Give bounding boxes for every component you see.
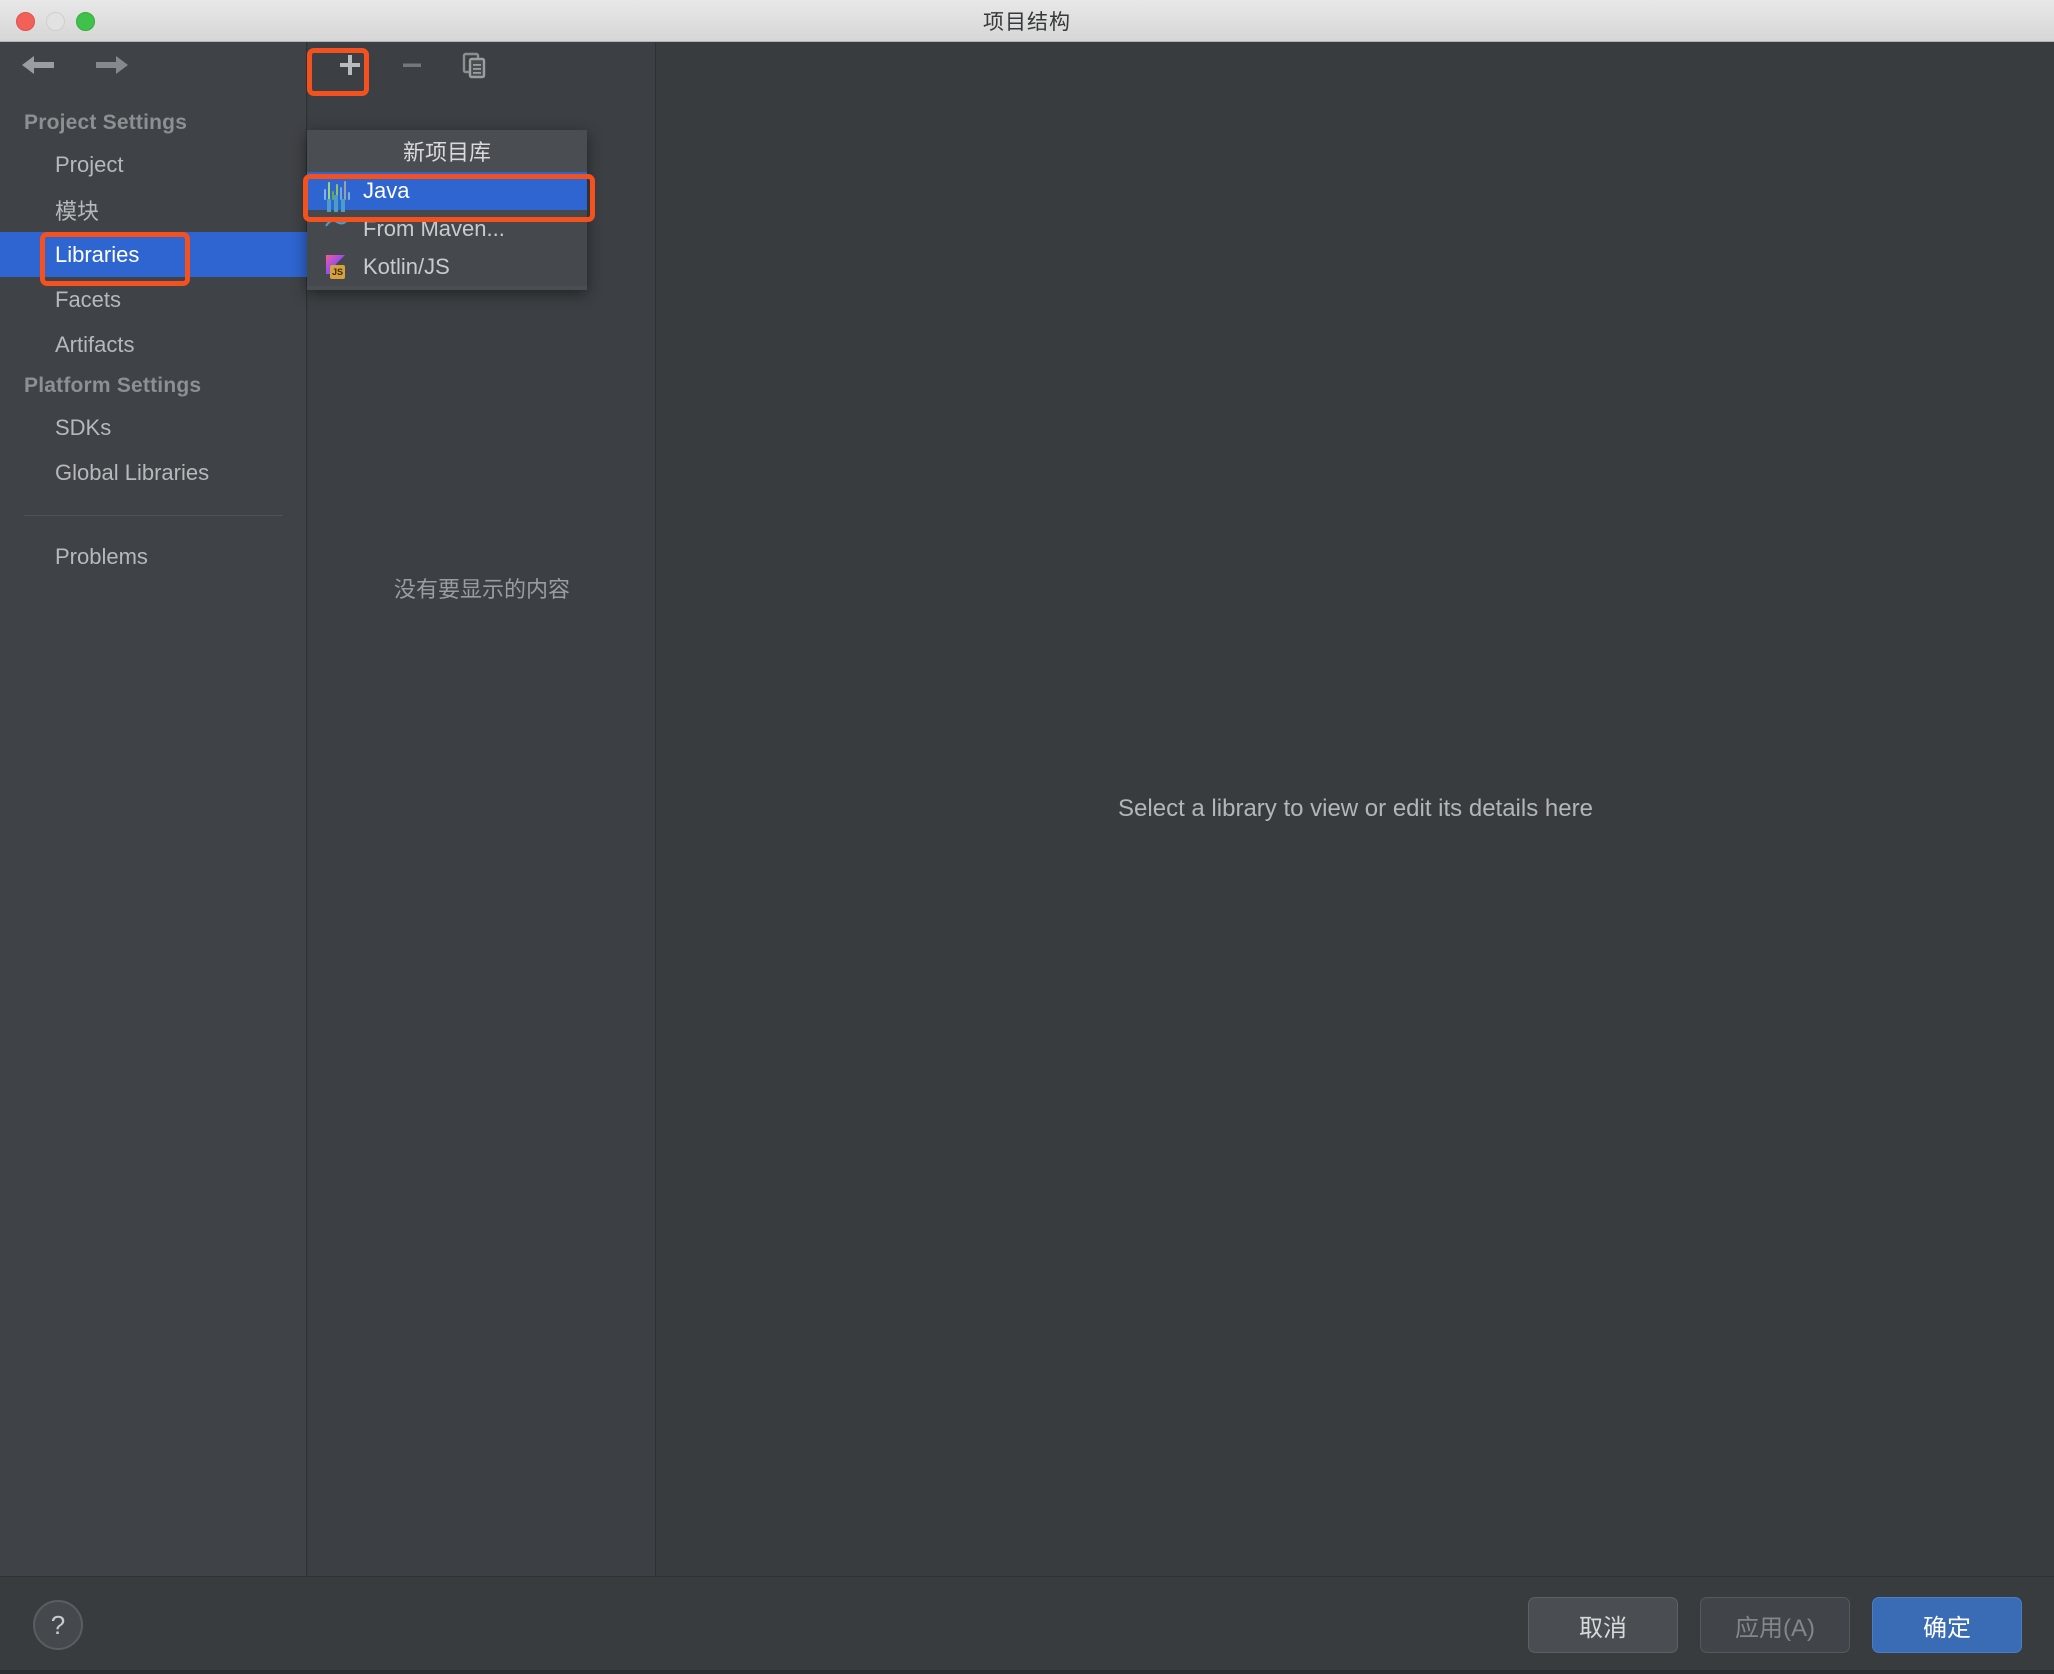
sidebar-item-global-libraries[interactable]: Global Libraries [0, 450, 307, 495]
menu-item-from-maven[interactable]: From Maven... [307, 195, 587, 248]
back-arrow-icon[interactable] [18, 50, 60, 80]
dialog-body: Project Settings Project 模块 Libraries Fa… [0, 42, 2054, 1576]
sidebar-item-facets[interactable]: Facets [0, 277, 307, 322]
dialog-footer: ? 取消 应用(A) 确定 [0, 1576, 2054, 1674]
forward-arrow-icon[interactable] [90, 50, 132, 80]
kotlin-js-icon: JS [324, 254, 350, 280]
sidebar-divider [24, 515, 283, 516]
menu-item-java-label: Java [363, 178, 410, 203]
settings-sidebar: Project Settings Project 模块 Libraries Fa… [0, 42, 307, 1576]
ok-button[interactable]: 确定 [1872, 1597, 2022, 1653]
sidebar-item-sdks[interactable]: SDKs [0, 405, 307, 450]
library-details-empty-message: Select a library to view or edit its det… [1118, 795, 1593, 822]
sidebar-item-problems[interactable]: Problems [0, 534, 307, 579]
menu-header: 新项目库 [307, 130, 587, 172]
new-project-library-menu: 新项目库 Java From Maven... JS Kotlin/JS [307, 130, 587, 290]
sidebar-group-project-settings: Project Settings [24, 111, 188, 134]
library-details-panel: Select a library to view or edit its det… [657, 42, 2054, 1576]
title-bar: 项目结构 [0, 0, 2054, 42]
footer-action-buttons: 取消 应用(A) 确定 [1528, 1597, 2022, 1653]
sidebar-nav-list: Project Settings Project 模块 Libraries Fa… [0, 104, 307, 579]
menu-item-java[interactable]: Java [307, 172, 587, 210]
libraries-empty-message: 没有要显示的内容 [393, 577, 570, 602]
add-library-button[interactable] [330, 48, 370, 82]
menu-item-kotlin-js-label: Kotlin/JS [363, 254, 450, 279]
menu-item-from-maven-label: From Maven... [363, 216, 505, 241]
sidebar-nav-row [0, 42, 307, 88]
menu-item-kotlin-js[interactable]: JS Kotlin/JS [307, 248, 587, 286]
libraries-toolbar [308, 42, 656, 88]
sidebar-item-artifacts[interactable]: Artifacts [0, 322, 307, 367]
apply-button[interactable]: 应用(A) [1700, 1597, 1850, 1653]
help-button[interactable]: ? [33, 1600, 83, 1650]
maven-icon [324, 195, 350, 242]
sidebar-item-modules[interactable]: 模块 [0, 187, 307, 232]
sidebar-group-platform-settings: Platform Settings [24, 374, 202, 397]
sidebar-item-project[interactable]: Project [0, 142, 307, 187]
window-title: 项目结构 [983, 11, 1071, 34]
remove-library-button[interactable] [392, 48, 432, 82]
window-bottom-edge [0, 1670, 2054, 1674]
project-structure-dialog: 项目结构 Project Settings Project 模块 Librari… [0, 0, 2054, 1674]
cancel-button[interactable]: 取消 [1528, 1597, 1678, 1653]
copy-library-button[interactable] [454, 48, 494, 82]
sidebar-item-libraries[interactable]: Libraries [0, 232, 307, 277]
